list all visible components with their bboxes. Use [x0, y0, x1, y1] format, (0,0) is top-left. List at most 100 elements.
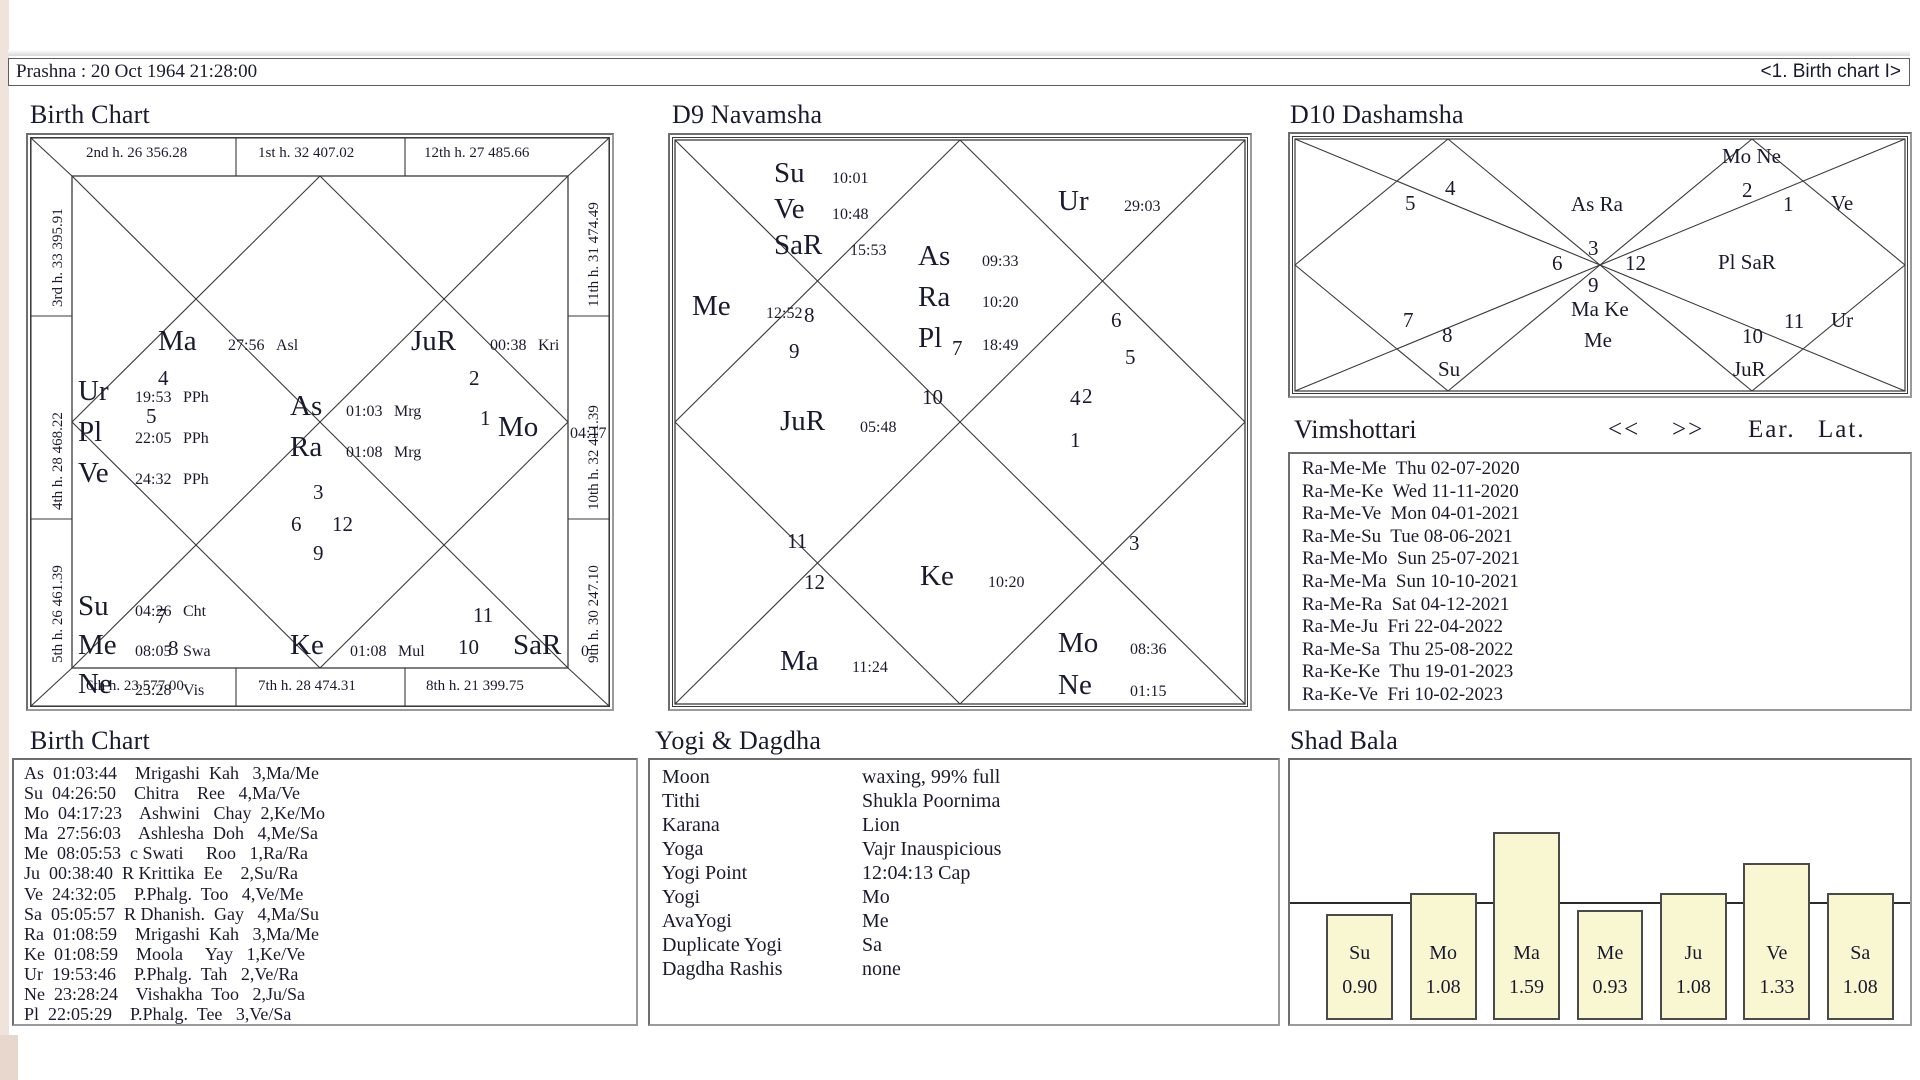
d10-diagram	[1294, 138, 1906, 392]
vimshottari-row[interactable]: Ra-Me-Ke Wed 11-11-2020	[1302, 481, 1520, 504]
birth-planet-pl-deg: 22:05	[135, 430, 172, 447]
birth-planet-jur: JuR	[411, 325, 457, 357]
d10-panel[interactable]: 1 2 3 4 5 6 7 8 9 10 11 12 Mo Ne Ve As R…	[1288, 132, 1912, 398]
d9-planet-su-deg: 10:01	[832, 170, 869, 187]
shadbala-bar-label: Ve	[1766, 942, 1788, 964]
vimshottari-panel[interactable]: Ra-Me-Me Thu 02-07-2020 Ra-Me-Ke Wed 11-1…	[1288, 452, 1912, 711]
shadbala-bar-label: Mo	[1429, 942, 1458, 964]
d9-house-num-2: 2	[1082, 384, 1093, 408]
birth-planet-me: Me	[78, 629, 117, 661]
chart-navigation-label[interactable]: <1. Birth chart I>	[1761, 61, 1909, 83]
shadbala-panel[interactable]: Su 0.90 Mo 1.08 Ma 1.59 Me 0.93 Ju 1.08 Ve 1.33 Sa 1.…	[1288, 758, 1912, 1026]
d9-panel[interactable]: 1 2 3 4 5 6 7 8 9 10 11 12 Su 10:01 Ve 1…	[668, 133, 1252, 711]
d9-house-num-4: 4	[1070, 386, 1081, 410]
birth-planet-as: As	[290, 390, 323, 422]
birth-house-num-12: 12	[332, 512, 353, 536]
shadbala-bar[interactable]	[1576, 910, 1644, 1020]
birth-house-left-3: 5th h. 26 461.39	[50, 565, 66, 663]
yogi-row-key: Yogi	[662, 886, 700, 908]
birth-planet-ve: Ve	[78, 457, 109, 489]
d10-house-num-8: 8	[1442, 323, 1453, 347]
birth-house-num-5: 5	[146, 404, 157, 428]
d10-house-num-10: 10	[1742, 324, 1763, 348]
d9-planet-pl-deg: 18:49	[982, 337, 1019, 354]
shadbala-bar-label: Ma	[1513, 942, 1540, 964]
yogi-row-value: Mo	[862, 886, 890, 908]
shadbala-bar-value: 1.08	[1425, 976, 1461, 998]
birth-data-row: Mo 04:17:23 Ashwini Chay 2,Ke/Mo	[24, 803, 326, 824]
birth-data-row: As 01:03:44 Mrigashi Kah 3,Ma/Me	[24, 763, 319, 783]
d9-house-num-5: 5	[1125, 345, 1136, 369]
birth-planet-ra-deg: 01:08	[346, 444, 383, 461]
d10-group-su: Su	[1438, 357, 1461, 381]
vimshottari-earth-toggle[interactable]: Ear.	[1748, 416, 1796, 444]
birth-data-row: Ne 23:28:24 Vishakha Too 2,Ju/Sa	[24, 984, 305, 1005]
vimshottari-prev-button[interactable]: <<	[1608, 416, 1640, 444]
birth-house-bottom-2: 7th h. 28 474.31	[258, 678, 356, 694]
shadbala-bar-label: Me	[1596, 942, 1624, 964]
birth-data-row: Ra 01:08:59 Mrigashi Kah 3,Ma/Me	[24, 923, 319, 944]
birth-data-row: Ke 01:08:59 Moola Yay 1,Ke/Ve	[24, 943, 305, 964]
birth-planet-ur: Ur	[78, 375, 109, 407]
d9-house-num-8: 8	[804, 303, 815, 327]
d9-planet-ve: Ve	[774, 193, 805, 225]
vimshottari-list[interactable]: Ra-Me-Me Thu 02-07-2020 Ra-Me-Ke Wed 11-1…	[1302, 458, 1520, 707]
chart-title-text: Prashna : 20 Oct 1964 21:28:00	[16, 61, 258, 82]
birth-planet-mo: Mo	[498, 411, 539, 443]
vimshottari-row[interactable]: Ra-Me-Su Tue 08-06-2021	[1302, 526, 1520, 549]
yogi-row: Yoga Vajr Inauspicious	[662, 837, 1001, 861]
birth-chart-panel[interactable]: 2nd h. 26 356.28 1st h. 32 407.02 12th h…	[26, 133, 614, 711]
vimshottari-row[interactable]: Ra-Me-Ju Fri 22-04-2022	[1302, 616, 1520, 639]
vimshottari-row[interactable]: Ra-Ke-Ke Thu 19-01-2023	[1302, 661, 1520, 684]
d9-planet-ne: Ne	[1058, 669, 1092, 701]
d10-house-num-5: 5	[1405, 191, 1416, 215]
vimshottari-row[interactable]: Ra-Me-Ma Sun 10-10-2021	[1302, 571, 1520, 594]
d10-house-num-3: 3	[1588, 236, 1599, 260]
birth-data-table-panel[interactable]: As 01:03:44 Mrigashi Kah 3,Ma/Me Su 04:26…	[12, 758, 638, 1026]
d10-house-num-6: 6	[1552, 251, 1563, 275]
birth-planet-sar: SaR	[513, 629, 562, 661]
yogi-row-key: AvaYogi	[662, 910, 732, 932]
birth-table-title: Birth Chart	[30, 726, 150, 755]
d10-house-num-1: 1	[1783, 192, 1794, 216]
birth-house-num-9: 9	[313, 541, 324, 565]
d9-planet-ke-deg: 10:20	[988, 574, 1025, 591]
yogi-table: Moon waxing, 99% full Tithi Shukla Poornima…	[662, 765, 1001, 981]
d9-house-num-10: 10	[922, 385, 943, 409]
birth-data-table: As 01:03:44 Mrigashi Kah 3,Ma/Me Su 04:26…	[24, 763, 325, 1024]
d9-planet-ra: Ra	[918, 281, 951, 313]
birth-planet-ne: Ne	[78, 668, 112, 700]
vimshottari-row[interactable]: Ra-Me-Mo Sun 25-07-2021	[1302, 548, 1520, 571]
d10-group-ur: Ur	[1831, 308, 1854, 332]
yogi-row-key: Yogi Point	[662, 862, 748, 884]
vimshottari-row[interactable]: Ra-Me-Sa Thu 25-08-2022	[1302, 639, 1520, 662]
shadbala-bar[interactable]	[1326, 913, 1394, 1020]
vimshottari-next-button[interactable]: >>	[1672, 416, 1704, 444]
birth-planet-pl: Pl	[78, 416, 103, 448]
d9-planet-ne-deg: 01:15	[1130, 683, 1167, 700]
birth-house-num-1: 1	[480, 406, 491, 430]
d9-planet-ur: Ur	[1058, 185, 1089, 217]
birth-data-row: Sa 05:05:57 R Dhanish. Gay 4,Ma/Su	[24, 903, 319, 924]
birth-data-row: Ve 24:32:05 P.Phalg. Too 4,Ve/Me	[24, 883, 304, 904]
birth-planet-ve-deg: 24:32	[135, 471, 172, 488]
d9-planet-mo: Mo	[1058, 627, 1099, 659]
vimshottari-row[interactable]: Ra-Ke-Ve Fri 10-02-2023	[1302, 684, 1520, 707]
d9-house-num-12: 12	[804, 570, 825, 594]
yogi-row-key: Duplicate Yogi	[662, 934, 782, 956]
vimshottari-latitude-toggle[interactable]: Lat.	[1818, 416, 1866, 444]
titlebar-shadow	[8, 50, 1910, 56]
yogi-row-key: Karana	[662, 814, 720, 836]
birth-planet-ve-nak: PPh	[183, 471, 209, 488]
birth-planet-jur-deg: 00:38	[490, 337, 527, 354]
birth-data-row: Ma 27:56:03 Ashlesha Doh 4,Me/Sa	[24, 823, 318, 844]
birth-planet-ur-nak: PPh	[183, 389, 209, 406]
birth-planet-me-nak: Swa	[183, 643, 211, 660]
vimshottari-row[interactable]: Ra-Me-Ve Mon 04-01-2021	[1302, 503, 1520, 526]
vimshottari-row[interactable]: Ra-Me-Ra Sat 04-12-2021	[1302, 594, 1520, 617]
yogi-panel[interactable]: Moon waxing, 99% full Tithi Shukla Poornima…	[648, 758, 1280, 1026]
vimshottari-row[interactable]: Ra-Me-Me Thu 02-07-2020	[1302, 458, 1520, 481]
d9-planet-ra-deg: 10:20	[982, 294, 1019, 311]
birth-house-top-3: 12th h. 27 485.66	[424, 145, 530, 161]
birth-planet-su: Su	[78, 590, 109, 622]
